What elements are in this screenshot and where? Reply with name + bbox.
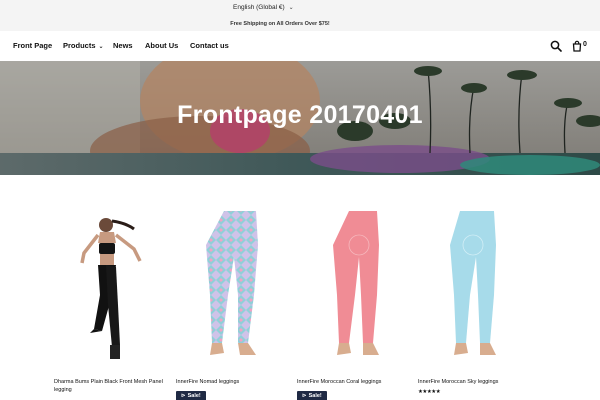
nav-item-news[interactable]: News [113,41,133,50]
product-image [418,205,528,373]
language-label: English (Global €) [233,3,285,11]
product-card[interactable]: Dharma Bums Plain Black Front Mesh Panel… [54,205,164,400]
product-image [297,205,407,373]
language-selector[interactable]: English (Global €) ⌄ [233,2,294,12]
product-card[interactable]: InnerFire Moroccan Sky leggings ★★★★★ [418,205,528,400]
chevron-down-icon: ⌄ [98,44,104,50]
nav-item-products-label: Products [63,41,96,50]
sale-badge: ⊳ Sale! [176,391,206,400]
rating-stars: ★★★★★ [418,389,441,395]
sale-badge: ⊳ Sale! [297,391,327,400]
product-title[interactable]: InnerFire Nomad leggings [176,378,291,386]
chevron-down-icon: ⌄ [288,4,294,11]
product-title[interactable]: Dharma Bums Plain Black Front Mesh Panel… [54,378,169,394]
product-card[interactable]: InnerFire Moroccan Coral leggings ⊳ Sale… [297,205,407,400]
product-title[interactable]: InnerFire Moroccan Coral leggings [297,378,412,386]
top-bar: English (Global €) ⌄ Free Shipping on Al… [0,0,600,31]
shipping-banner: Free Shipping on All Orders Over $75! [230,21,330,27]
nav-item-contact-us[interactable]: Contact us [190,41,229,50]
tag-icon: ⊳ [302,393,307,399]
product-image [176,205,286,373]
sale-badge-label: Sale! [187,393,201,399]
nav-item-front-page[interactable]: Front Page [13,41,52,50]
hero-title: Frontpage 20170401 [177,101,423,129]
cart-count: 0 [583,41,587,48]
main-nav: Front Page Products ⌄ News About Us Conta… [0,31,600,61]
sale-badge-label: Sale! [308,393,322,399]
search-icon[interactable] [550,39,564,53]
nav-item-products[interactable]: Products ⌄ [63,41,104,50]
product-image [54,205,164,373]
product-title[interactable]: InnerFire Moroccan Sky leggings [418,378,533,386]
product-card[interactable]: InnerFire Nomad leggings ⊳ Sale! [176,205,286,400]
tag-icon: ⊳ [181,393,186,399]
product-grid: Dharma Bums Plain Black Front Mesh Panel… [0,205,600,400]
hero-banner: Frontpage 20170401 [0,61,600,175]
nav-item-about-us[interactable]: About Us [145,41,178,50]
